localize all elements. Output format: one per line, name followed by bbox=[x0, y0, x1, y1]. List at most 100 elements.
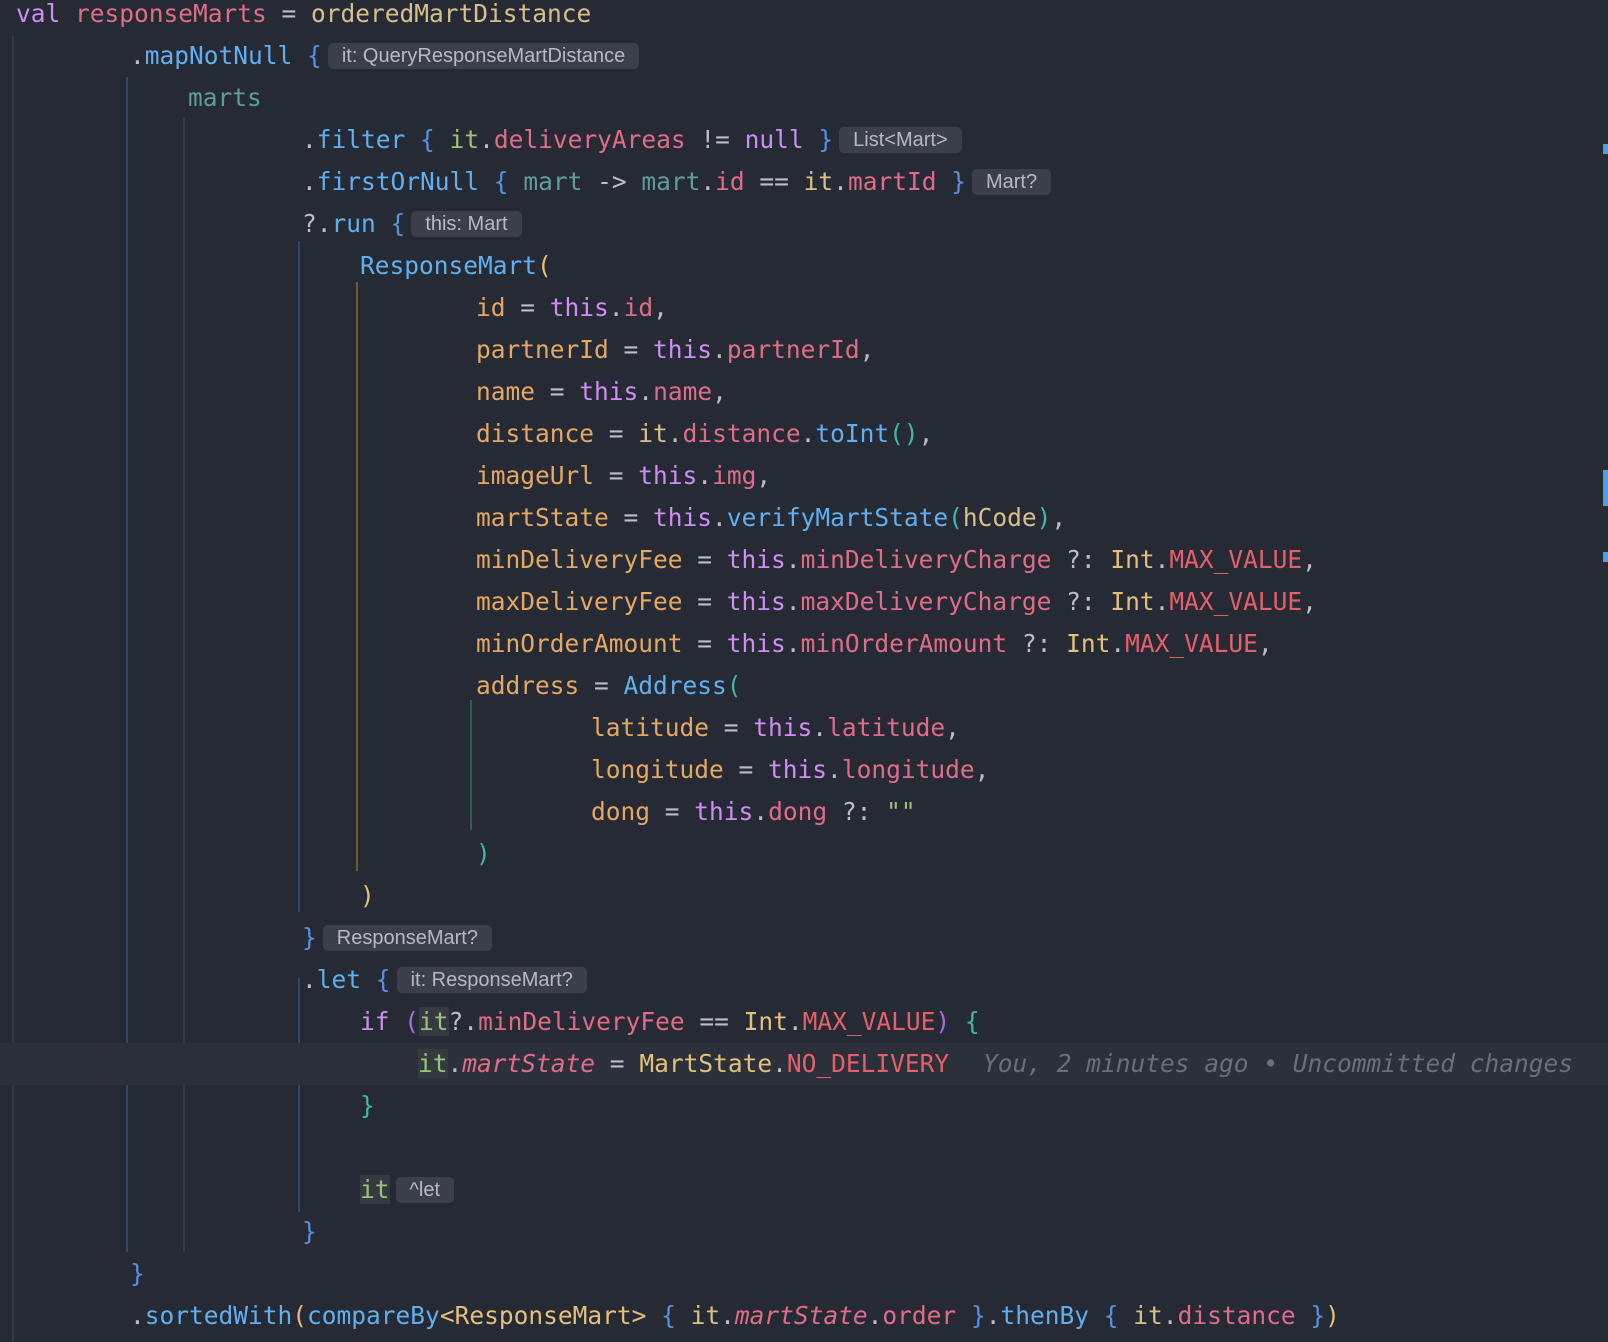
code-line[interactable]: latitude = this.latitude, bbox=[0, 707, 1608, 749]
code-line[interactable]: } bbox=[0, 1085, 1608, 1127]
code-token: . bbox=[720, 1301, 735, 1330]
code-token: { bbox=[390, 209, 406, 238]
code-token: . bbox=[753, 797, 769, 826]
code-line[interactable]: it ^let bbox=[0, 1169, 1608, 1211]
code-token: , bbox=[859, 335, 875, 364]
inlay-type-hint[interactable]: List<Mart> bbox=[839, 127, 962, 153]
inlay-type-hint[interactable]: Mart? bbox=[971, 169, 1052, 195]
code-text: partnerId = this.partnerId, bbox=[476, 329, 874, 371]
code-line[interactable]: val responseMarts = orderedMartDistance bbox=[0, 0, 1608, 35]
code-line[interactable]: address = Address( bbox=[0, 665, 1608, 707]
code-line[interactable]: .mapNotNull {it: QueryResponseMartDistan… bbox=[0, 35, 1608, 77]
code-token: minDeliveryFee bbox=[476, 545, 683, 574]
code-line[interactable]: distance = it.distance.toInt(), bbox=[0, 413, 1608, 455]
code-token: mapNotNull bbox=[144, 41, 293, 70]
inlay-type-hint[interactable]: ResponseMart? bbox=[322, 925, 492, 951]
code-line[interactable]: if (it?.minDeliveryFee == Int.MAX_VALUE)… bbox=[0, 1001, 1608, 1043]
code-line[interactable]: partnerId = this.partnerId, bbox=[0, 329, 1608, 371]
code-text: name = this.name, bbox=[476, 371, 727, 413]
code-token: if bbox=[360, 1007, 405, 1036]
code-line[interactable]: ) bbox=[0, 875, 1608, 917]
code-token: . bbox=[447, 1049, 463, 1078]
code-text: minDeliveryFee = this.minDeliveryCharge … bbox=[476, 539, 1317, 581]
code-token: . bbox=[867, 1301, 883, 1330]
code-line[interactable]: minDeliveryFee = this.minDeliveryCharge … bbox=[0, 539, 1608, 581]
code-token: ?. bbox=[302, 209, 332, 238]
code-token: . bbox=[1162, 1301, 1178, 1330]
code-line[interactable]: imageUrl = this.img, bbox=[0, 455, 1608, 497]
code-token: distance bbox=[1177, 1301, 1296, 1330]
code-token: id bbox=[623, 293, 654, 322]
code-text: ) bbox=[360, 875, 375, 917]
code-token: ( bbox=[726, 671, 742, 700]
inlay-type-hint[interactable]: this: Mart bbox=[411, 211, 522, 237]
inlay-type-hint[interactable]: it: ResponseMart? bbox=[396, 967, 587, 993]
code-token: . bbox=[667, 419, 683, 448]
code-text: imageUrl = this.img, bbox=[476, 455, 771, 497]
code-token: minOrderAmount bbox=[476, 629, 683, 658]
code-token: val bbox=[16, 0, 76, 28]
code-line[interactable]: ?.run {this: Mart bbox=[0, 203, 1608, 245]
code-line[interactable]: ResponseMart( bbox=[0, 245, 1608, 287]
code-line[interactable]: } bbox=[0, 1211, 1608, 1253]
code-token: { bbox=[964, 1007, 980, 1036]
code-editor[interactable]: val responseMarts = orderedMartDistance.… bbox=[0, 0, 1608, 1342]
code-text: .sortedWith(compareBy<ResponseMart> { it… bbox=[130, 1295, 1340, 1337]
code-line[interactable]: .firstOrNull { mart -> mart.id == it.mar… bbox=[0, 161, 1608, 203]
code-token: , bbox=[974, 755, 990, 784]
code-line[interactable]: minOrderAmount = this.minOrderAmount ?: … bbox=[0, 623, 1608, 665]
code-line[interactable]: name = this.name, bbox=[0, 371, 1608, 413]
code-text: ) bbox=[476, 833, 491, 875]
code-token: orderedMartDistance bbox=[311, 0, 592, 28]
code-token: = bbox=[682, 587, 727, 616]
code-token: this bbox=[726, 587, 786, 616]
code-line[interactable]: .let {it: ResponseMart? bbox=[0, 959, 1608, 1001]
code-token: . bbox=[712, 335, 727, 364]
code-text: id = this.id, bbox=[476, 287, 668, 329]
code-line[interactable]: marts bbox=[0, 77, 1608, 119]
code-line[interactable]: martState = this.verifyMartState(hCode), bbox=[0, 497, 1608, 539]
code-text: marts bbox=[188, 77, 262, 119]
code-token: latitude bbox=[827, 713, 946, 742]
code-token: MAX_VALUE bbox=[1169, 587, 1303, 616]
code-token: } bbox=[1310, 1301, 1326, 1330]
code-token: partnerId bbox=[476, 335, 609, 364]
code-token: img bbox=[712, 461, 757, 490]
code-line[interactable]: } ResponseMart? bbox=[0, 917, 1608, 959]
code-line[interactable]: dong = this.dong ?: "" bbox=[0, 791, 1608, 833]
code-line[interactable]: ) bbox=[0, 833, 1608, 875]
inlay-type-hint[interactable]: ^let bbox=[395, 1177, 455, 1203]
code-line[interactable]: maxDeliveryFee = this.maxDeliveryCharge … bbox=[0, 581, 1608, 623]
code-line[interactable]: } bbox=[0, 1253, 1608, 1295]
code-line[interactable]: longitude = this.longitude, bbox=[0, 749, 1608, 791]
code-line[interactable]: .sortedWith(compareBy<ResponseMart> { it… bbox=[0, 1295, 1608, 1337]
code-token: order bbox=[882, 1301, 957, 1330]
code-token: it bbox=[803, 167, 834, 196]
code-token: . bbox=[772, 1049, 787, 1078]
code-token: { bbox=[420, 125, 450, 154]
code-token: . bbox=[1110, 629, 1126, 658]
code-token: } bbox=[360, 1091, 375, 1120]
code-token: ?: bbox=[1007, 629, 1067, 658]
code-line[interactable]: id = this.id, bbox=[0, 287, 1608, 329]
code-token: { bbox=[661, 1301, 691, 1330]
code-token: } bbox=[130, 1259, 145, 1288]
inlay-type-hint[interactable]: it: QueryResponseMartDistance bbox=[327, 43, 640, 69]
code-token: address bbox=[476, 671, 580, 700]
code-text: .let {it: ResponseMart? bbox=[302, 959, 587, 1003]
code-token: ( bbox=[537, 251, 552, 280]
code-token: minDeliveryFee bbox=[478, 1007, 685, 1036]
code-token: this bbox=[753, 713, 813, 742]
code-token: Int bbox=[1110, 545, 1155, 574]
code-line[interactable]: it.martState = MartState.NO_DELIVERY You,… bbox=[0, 1043, 1608, 1085]
code-line[interactable] bbox=[0, 1127, 1608, 1169]
code-line[interactable]: .filter { it.deliveryAreas != null } List… bbox=[0, 119, 1608, 161]
code-token: responseMarts bbox=[75, 0, 267, 28]
code-token: = bbox=[535, 377, 580, 406]
code-token: . bbox=[700, 167, 716, 196]
